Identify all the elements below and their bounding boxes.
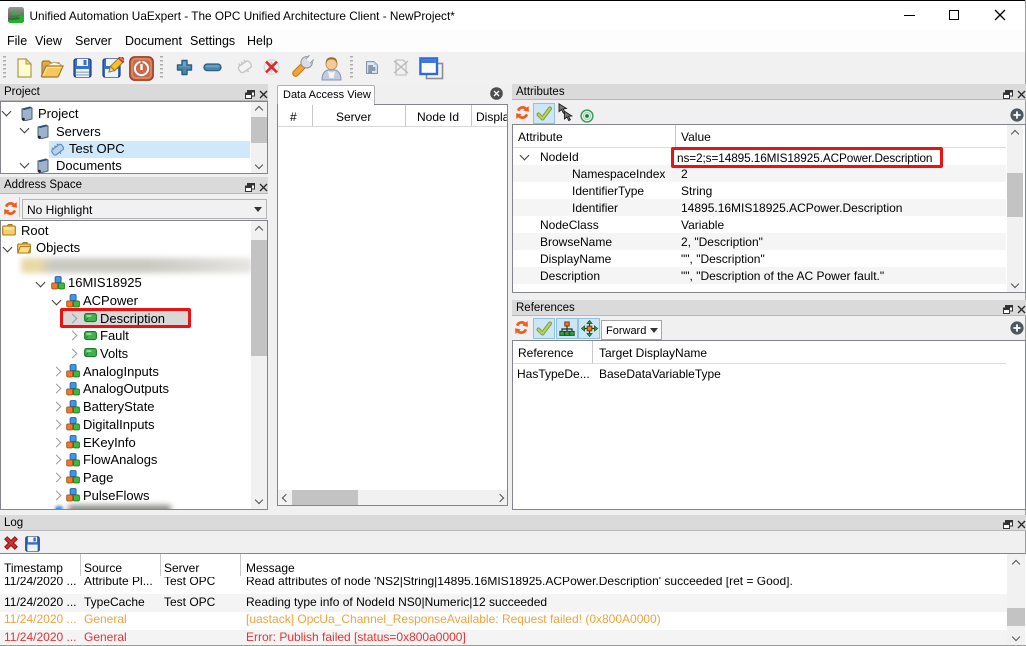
svg-text:UA: UA bbox=[11, 10, 21, 17]
